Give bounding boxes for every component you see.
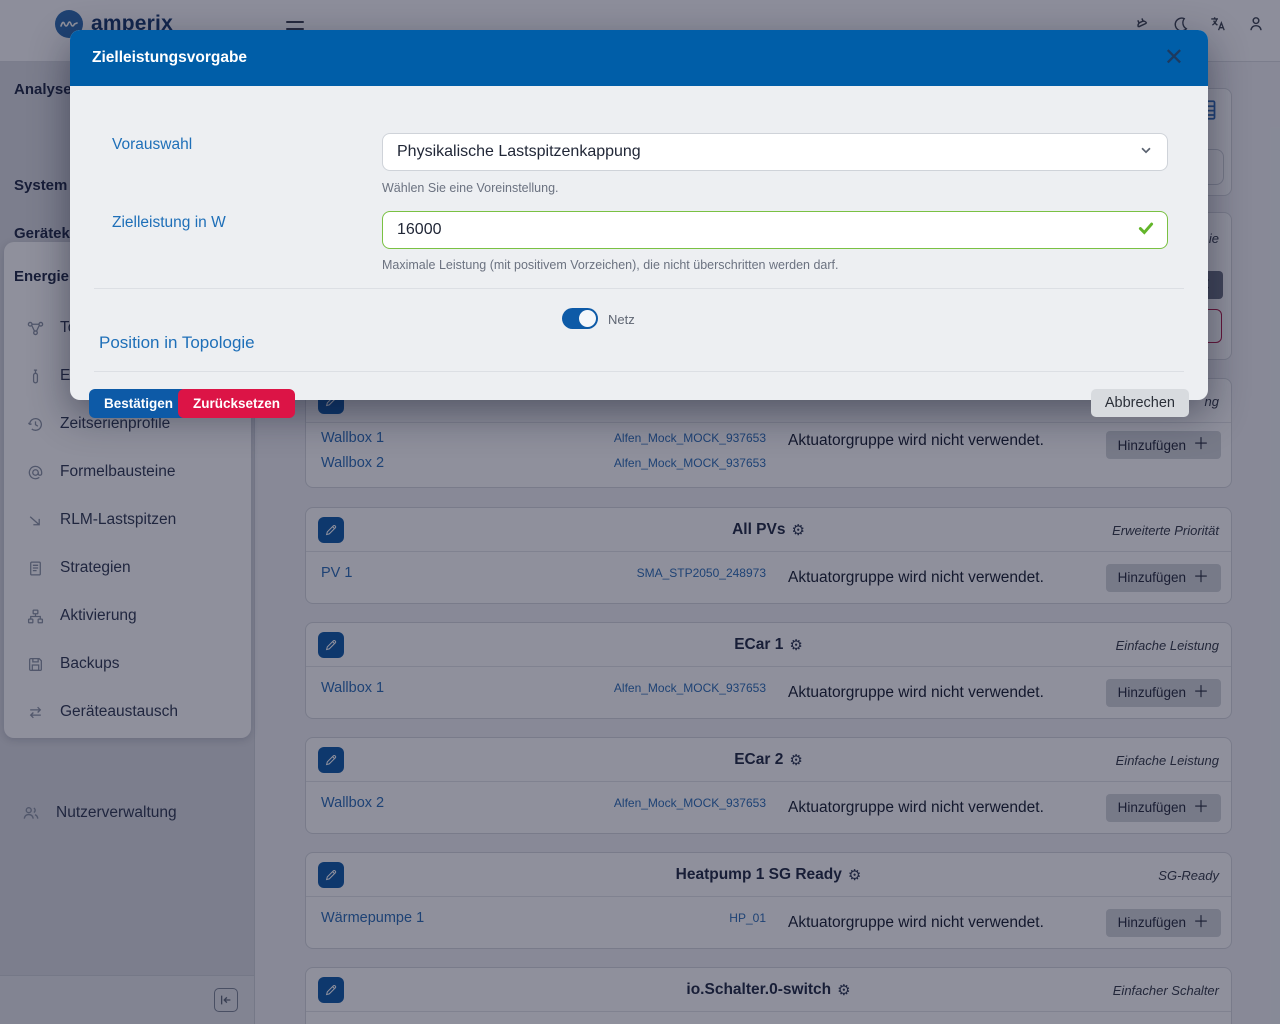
app-root: amperix Analyse System Gerätek Energie T… <box>0 0 1280 1024</box>
chevron-down-icon <box>1139 143 1153 162</box>
zielleistung-modal: Zielleistungsvorgabe ✕ Vorauswahl Physik… <box>70 30 1208 400</box>
cancel-button[interactable]: Abbrechen <box>1091 389 1189 417</box>
modal-title: Zielleistungsvorgabe <box>92 49 247 67</box>
reset-button[interactable]: Zurücksetzen <box>178 389 295 418</box>
preset-select[interactable]: Physikalische Lastspitzenkappung <box>382 133 1168 171</box>
modal-header: Zielleistungsvorgabe ✕ <box>70 30 1208 86</box>
modal-body: Vorauswahl Physikalische Lastspitzenkapp… <box>70 86 1208 400</box>
target-power-value: 16000 <box>397 221 442 239</box>
target-power-helper: Maximale Leistung (mit positivem Vorzeic… <box>382 258 838 272</box>
position-in-topologie-link[interactable]: Position in Topologie <box>99 333 255 353</box>
divider <box>94 288 1184 289</box>
netz-toggle-label: Netz <box>608 312 635 327</box>
preset-helper: Wählen Sie eine Voreinstellung. <box>382 181 559 195</box>
valid-check-icon <box>1137 219 1155 242</box>
netz-toggle[interactable] <box>562 308 598 329</box>
divider <box>94 371 1184 372</box>
target-power-label: Zielleistung in W <box>112 214 226 232</box>
close-icon[interactable]: ✕ <box>1164 46 1184 70</box>
preset-label: Vorauswahl <box>112 136 192 154</box>
confirm-button[interactable]: Bestätigen <box>89 389 188 418</box>
preset-select-value: Physikalische Lastspitzenkappung <box>397 143 641 161</box>
target-power-input[interactable]: 16000 <box>382 211 1168 249</box>
